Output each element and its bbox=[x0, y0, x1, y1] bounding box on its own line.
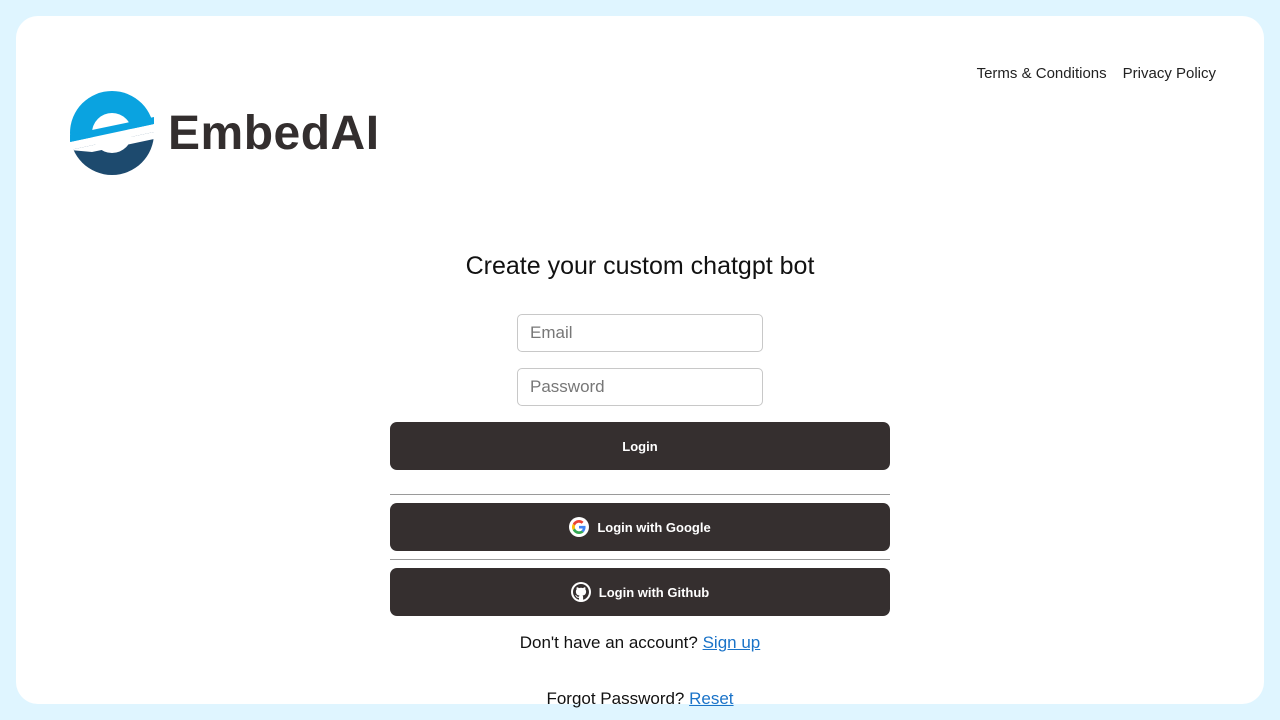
signup-row: Don't have an account? Sign up bbox=[0, 633, 1280, 653]
signup-prompt: Don't have an account? bbox=[519, 633, 698, 652]
github-login-label: Login with Github bbox=[598, 584, 710, 600]
embedai-logo-icon bbox=[70, 91, 154, 175]
github-icon bbox=[570, 582, 591, 602]
github-login-button[interactable]: Login with Github bbox=[390, 568, 890, 616]
google-login-label: Login with Google bbox=[597, 519, 711, 535]
top-links: Terms & Conditions Privacy Policy bbox=[977, 65, 1216, 82]
forgot-prompt: Forgot Password? bbox=[546, 689, 685, 708]
forgot-row: Forgot Password? Reset bbox=[0, 689, 1280, 709]
email-input[interactable] bbox=[517, 314, 763, 352]
brand-logo: EmbedAI bbox=[70, 90, 380, 176]
password-input[interactable] bbox=[517, 368, 763, 406]
google-login-button[interactable]: Login with Google bbox=[390, 503, 890, 551]
google-icon bbox=[569, 517, 590, 537]
privacy-link[interactable]: Privacy Policy bbox=[1123, 65, 1216, 82]
login-button[interactable]: Login bbox=[390, 422, 890, 470]
terms-link[interactable]: Terms & Conditions bbox=[977, 65, 1107, 82]
brand-name: EmbedAI bbox=[168, 106, 380, 160]
login-button-label: Login bbox=[622, 438, 658, 454]
divider bbox=[390, 559, 890, 560]
divider bbox=[390, 494, 890, 495]
reset-link[interactable]: Reset bbox=[689, 689, 733, 708]
signup-link[interactable]: Sign up bbox=[703, 633, 761, 652]
page-title: Create your custom chatgpt bot bbox=[465, 252, 815, 280]
